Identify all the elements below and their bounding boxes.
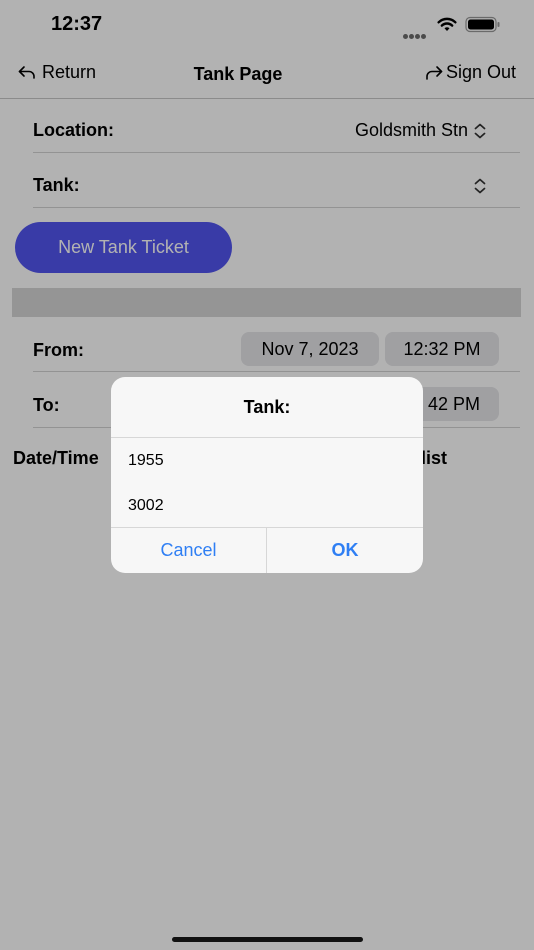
dialog-title: Tank: bbox=[243, 396, 291, 417]
cancel-button[interactable]: Cancel bbox=[111, 528, 266, 573]
tank-option-1955[interactable]: 1955 bbox=[128, 452, 164, 470]
divider bbox=[111, 437, 423, 438]
tank-selection-dialog: Tank: 1955 3002 Cancel OK bbox=[111, 377, 423, 573]
ok-button[interactable]: OK bbox=[267, 528, 423, 573]
tank-option-3002[interactable]: 3002 bbox=[128, 497, 164, 515]
home-indicator[interactable] bbox=[172, 937, 363, 942]
